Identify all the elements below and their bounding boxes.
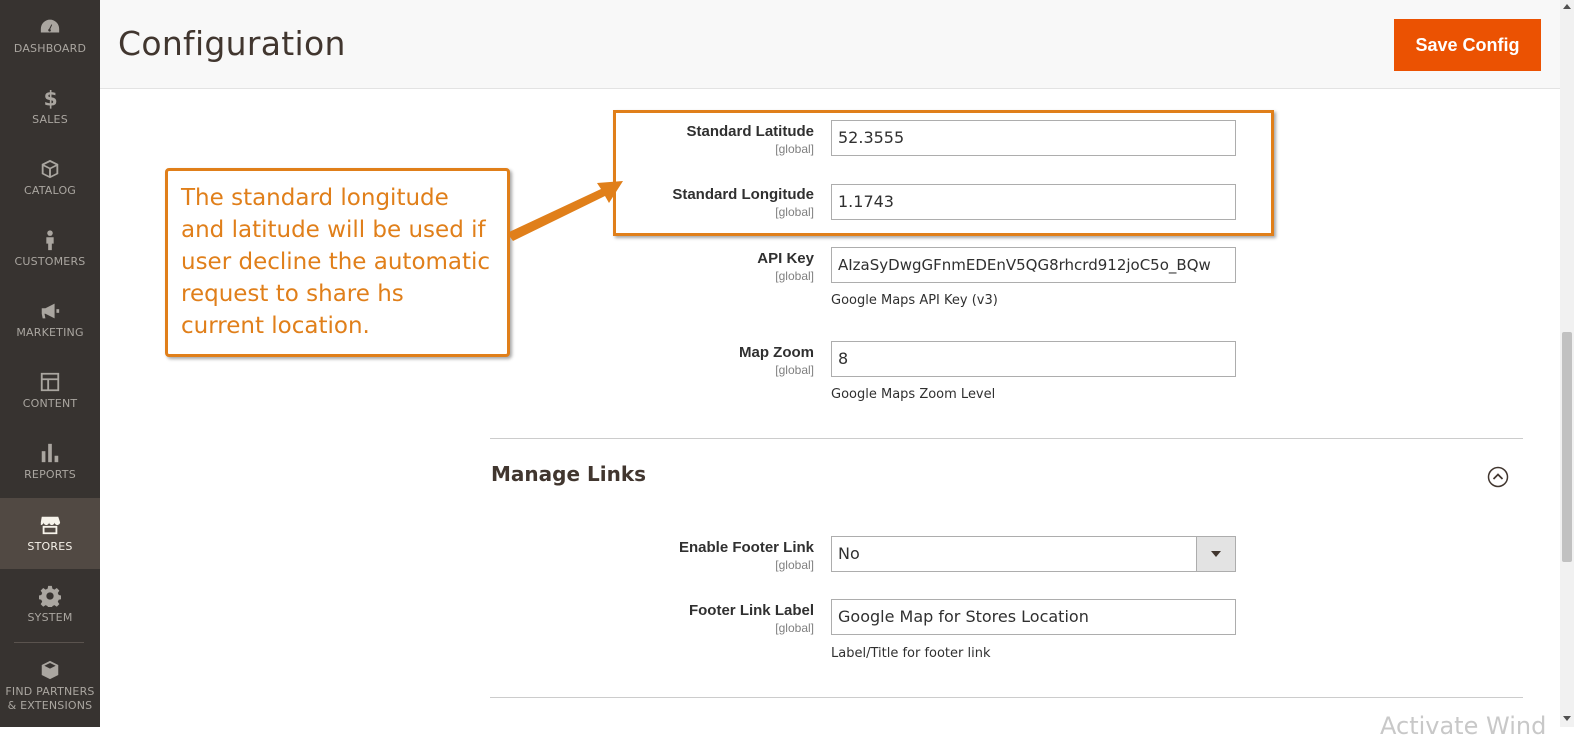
admin-sidebar: DASHBOARD $ SALES CATALOG CUSTOMERS MARK… [0,0,100,727]
map-zoom-note: Google Maps Zoom Level [831,387,996,402]
nav-dashboard[interactable]: DASHBOARD [0,0,100,71]
enable-footer-label: Enable Footer Link [678,539,814,556]
nav-reports-label: REPORTS [24,467,76,481]
activate-windows-watermark: Activate Wind [1380,712,1547,740]
map-zoom-scope: [global] [775,363,814,377]
scroll-down-icon[interactable] [1563,716,1571,721]
footer-label-scope: [global] [775,621,814,635]
api-key-label: API Key [757,250,814,267]
nav-content[interactable]: CONTENT [0,355,100,426]
api-key-note: Google Maps API Key (v3) [831,293,998,308]
megaphone-icon [38,300,62,322]
footer-label-note: Label/Title for footer link [831,646,991,661]
nav-find-partners[interactable]: FIND PARTNERS & EXTENSIONS [0,648,100,724]
nav-system[interactable]: SYSTEM [0,569,100,640]
callout-arrow-icon [507,181,623,241]
nav-sales[interactable]: $ SALES [0,71,100,142]
store-icon [38,514,62,536]
enable-footer-select[interactable]: No [831,536,1236,572]
nav-stores[interactable]: STORES [0,498,100,569]
nav-catalog[interactable]: CATALOG [0,142,100,213]
map-zoom-input[interactable]: 8 [831,341,1236,377]
dashboard-icon [38,16,62,38]
scroll-thumb[interactable] [1562,332,1572,562]
nav-system-label: SYSTEM [27,610,73,624]
nav-marketing[interactable]: MARKETING [0,284,100,355]
nav-customers[interactable]: CUSTOMERS [0,213,100,284]
nav-find-partners-label-2: & EXTENSIONS [7,699,93,712]
footer-label-input[interactable]: Google Map for Stores Location [831,599,1236,635]
page-header: Configuration Save Config [100,0,1560,89]
section-divider [490,438,1523,439]
layout-icon [38,371,62,393]
nav-dashboard-label: DASHBOARD [13,41,87,55]
box-icon [38,158,62,180]
extensions-icon [38,659,62,681]
dollar-icon: $ [38,87,62,109]
nav-find-partners-label-1: FIND PARTNERS [5,685,95,698]
collapse-chevron-icon[interactable] [1487,466,1509,488]
section-divider-bottom [490,697,1523,698]
sidebar-divider [14,642,84,643]
nav-sales-label: SALES [32,112,68,126]
nav-customers-label: CUSTOMERS [14,254,86,268]
gear-icon [38,585,62,607]
bar-chart-icon [38,442,62,464]
nav-marketing-label: MARKETING [16,325,84,339]
highlight-box [613,110,1274,236]
map-zoom-label: Map Zoom [739,344,814,361]
svg-text:$: $ [44,87,58,109]
person-icon [38,229,62,251]
page-title: Configuration [118,24,346,63]
api-key-input[interactable]: AIzaSyDwgGFnmEDEnV5QG8rhcrd912joC5o_BQw [831,247,1236,283]
page-scrollbar[interactable] [1560,0,1574,727]
nav-reports[interactable]: REPORTS [0,426,100,497]
nav-content-label: CONTENT [22,396,78,410]
dropdown-arrow-icon[interactable] [1196,537,1235,571]
manage-links-title[interactable]: Manage Links [491,462,646,486]
scroll-up-icon[interactable] [1563,4,1571,9]
callout-box: The standard longitude and latitude will… [165,168,510,357]
enable-footer-scope: [global] [775,558,814,572]
api-key-scope: [global] [775,269,814,283]
footer-label-label: Footer Link Label [688,602,814,619]
save-config-button[interactable]: Save Config [1394,19,1541,71]
enable-footer-value: No [838,544,860,563]
nav-stores-label: STORES [27,539,73,553]
nav-catalog-label: CATALOG [23,183,77,197]
